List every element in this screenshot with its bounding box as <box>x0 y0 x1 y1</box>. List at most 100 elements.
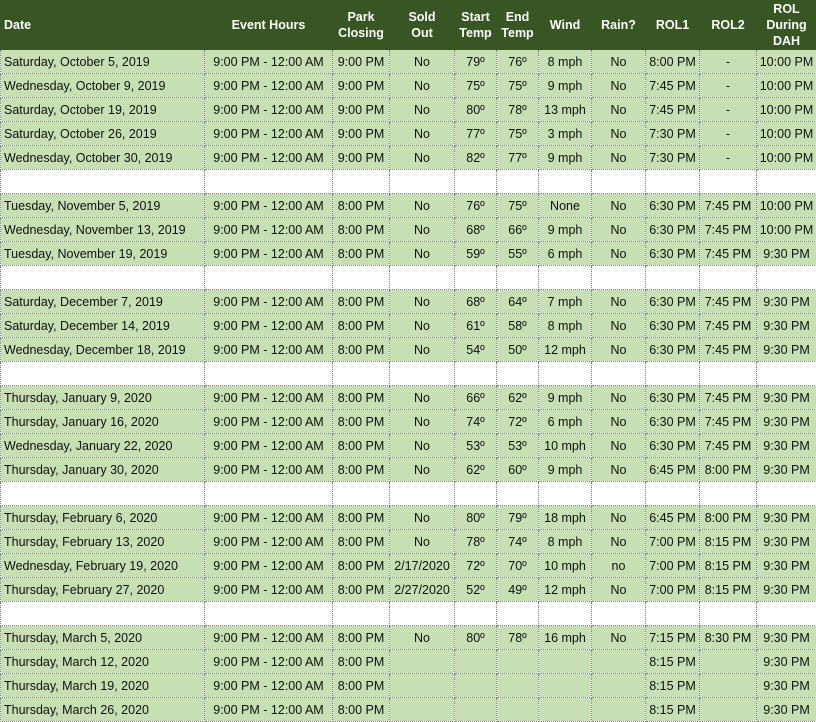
date-cell: Tuesday, November 5, 2019 <box>1 194 205 218</box>
event-hours-cell: 9:00 PM - 12:00 AM <box>205 578 333 602</box>
table-body: Saturday, October 5, 20199:00 PM - 12:00… <box>1 50 816 722</box>
park-closing-cell: 8:00 PM <box>333 218 390 242</box>
park-closing-cell: 8:00 PM <box>333 530 390 554</box>
table-row: Wednesday, January 22, 20209:00 PM - 12:… <box>1 434 816 458</box>
park-closing-cell: 8:00 PM <box>333 194 390 218</box>
spacer-cell <box>757 602 816 626</box>
start-temp-cell: 76º <box>455 194 497 218</box>
event-schedule-table: Date Event Hours Park Closing Sold Out S… <box>0 0 816 722</box>
end-temp-cell: 75º <box>497 194 539 218</box>
column-header-sold-out: Sold Out <box>390 1 455 50</box>
start-temp-cell: 78º <box>455 530 497 554</box>
event-hours-cell: 9:00 PM - 12:00 AM <box>205 650 333 674</box>
start-temp-cell: 53º <box>455 434 497 458</box>
spacer-cell <box>700 362 757 386</box>
sold-out-cell: No <box>390 218 455 242</box>
park-closing-cell: 8:00 PM <box>333 506 390 530</box>
end-temp-cell: 75º <box>497 122 539 146</box>
rol2-cell: 8:15 PM <box>700 554 757 578</box>
spacer-cell <box>592 170 646 194</box>
rol2-cell: - <box>700 98 757 122</box>
spacer-cell <box>333 362 390 386</box>
spacer-cell <box>390 170 455 194</box>
event-hours-cell: 9:00 PM - 12:00 AM <box>205 74 333 98</box>
rol-during-dah-cell: 10:00 PM <box>757 74 816 98</box>
wind-cell: 12 mph <box>539 578 592 602</box>
spacer-cell <box>390 266 455 290</box>
sold-out-cell: No <box>390 530 455 554</box>
spacer-cell <box>455 482 497 506</box>
rain-cell: No <box>592 194 646 218</box>
rain-cell <box>592 650 646 674</box>
park-closing-cell: 9:00 PM <box>333 122 390 146</box>
table-row: Thursday, March 19, 20209:00 PM - 12:00 … <box>1 674 816 698</box>
table-row: Saturday, December 14, 20199:00 PM - 12:… <box>1 314 816 338</box>
rol-during-dah-cell: 9:30 PM <box>757 458 816 482</box>
rain-cell: No <box>592 218 646 242</box>
rol1-cell: 7:00 PM <box>646 578 700 602</box>
event-hours-cell: 9:00 PM - 12:00 AM <box>205 506 333 530</box>
spacer-cell <box>497 362 539 386</box>
start-temp-cell: 62º <box>455 458 497 482</box>
rol1-cell: 6:30 PM <box>646 194 700 218</box>
column-header-event-hours: Event Hours <box>205 1 333 50</box>
rol-during-dah-cell: 9:30 PM <box>757 578 816 602</box>
table-row: Wednesday, November 13, 20199:00 PM - 12… <box>1 218 816 242</box>
spacer-row <box>1 170 816 194</box>
table-row: Tuesday, November 5, 20199:00 PM - 12:00… <box>1 194 816 218</box>
rol2-cell: - <box>700 74 757 98</box>
start-temp-cell: 79º <box>455 50 497 74</box>
end-temp-cell <box>497 674 539 698</box>
table-row: Thursday, March 12, 20209:00 PM - 12:00 … <box>1 650 816 674</box>
rol1-cell: 7:30 PM <box>646 146 700 170</box>
rol2-cell: 7:45 PM <box>700 410 757 434</box>
rol1-cell: 6:30 PM <box>646 434 700 458</box>
wind-cell <box>539 674 592 698</box>
spacer-cell <box>205 362 333 386</box>
rol1-cell: 7:30 PM <box>646 122 700 146</box>
wind-cell: 9 mph <box>539 218 592 242</box>
event-hours-cell: 9:00 PM - 12:00 AM <box>205 290 333 314</box>
wind-cell <box>539 698 592 722</box>
wind-cell: 18 mph <box>539 506 592 530</box>
rol2-cell: - <box>700 122 757 146</box>
wind-cell: 8 mph <box>539 50 592 74</box>
park-closing-cell: 8:00 PM <box>333 698 390 722</box>
wind-cell: 9 mph <box>539 74 592 98</box>
table-row: Thursday, January 9, 20209:00 PM - 12:00… <box>1 386 816 410</box>
rol1-cell: 6:30 PM <box>646 218 700 242</box>
spacer-cell <box>757 482 816 506</box>
rol2-cell: 7:45 PM <box>700 338 757 362</box>
spacer-cell <box>592 602 646 626</box>
rol-during-dah-cell: 10:00 PM <box>757 122 816 146</box>
rol1-cell: 6:30 PM <box>646 314 700 338</box>
column-header-rol2: ROL2 <box>700 1 757 50</box>
rol-during-dah-cell: 9:30 PM <box>757 434 816 458</box>
start-temp-cell: 77º <box>455 122 497 146</box>
table-header: Date Event Hours Park Closing Sold Out S… <box>1 1 816 50</box>
park-closing-cell: 9:00 PM <box>333 98 390 122</box>
rol1-cell: 6:45 PM <box>646 506 700 530</box>
column-header-start-temp: Start Temp <box>455 1 497 50</box>
rol1-cell: 8:15 PM <box>646 674 700 698</box>
spacer-row <box>1 602 816 626</box>
rol2-cell <box>700 698 757 722</box>
start-temp-cell: 82º <box>455 146 497 170</box>
rain-cell: No <box>592 410 646 434</box>
rol2-cell: 8:00 PM <box>700 506 757 530</box>
rol2-cell: - <box>700 50 757 74</box>
end-temp-cell: 74º <box>497 530 539 554</box>
wind-cell: 8 mph <box>539 530 592 554</box>
rol1-cell: 6:30 PM <box>646 338 700 362</box>
rain-cell <box>592 674 646 698</box>
date-cell: Thursday, January 30, 2020 <box>1 458 205 482</box>
spacer-cell <box>497 602 539 626</box>
end-temp-cell: 78º <box>497 626 539 650</box>
end-temp-cell: 75º <box>497 74 539 98</box>
rol2-cell <box>700 674 757 698</box>
table-row: Thursday, February 27, 20209:00 PM - 12:… <box>1 578 816 602</box>
wind-cell: 7 mph <box>539 290 592 314</box>
rol1-cell: 6:45 PM <box>646 458 700 482</box>
spacer-cell <box>205 170 333 194</box>
end-temp-cell <box>497 650 539 674</box>
